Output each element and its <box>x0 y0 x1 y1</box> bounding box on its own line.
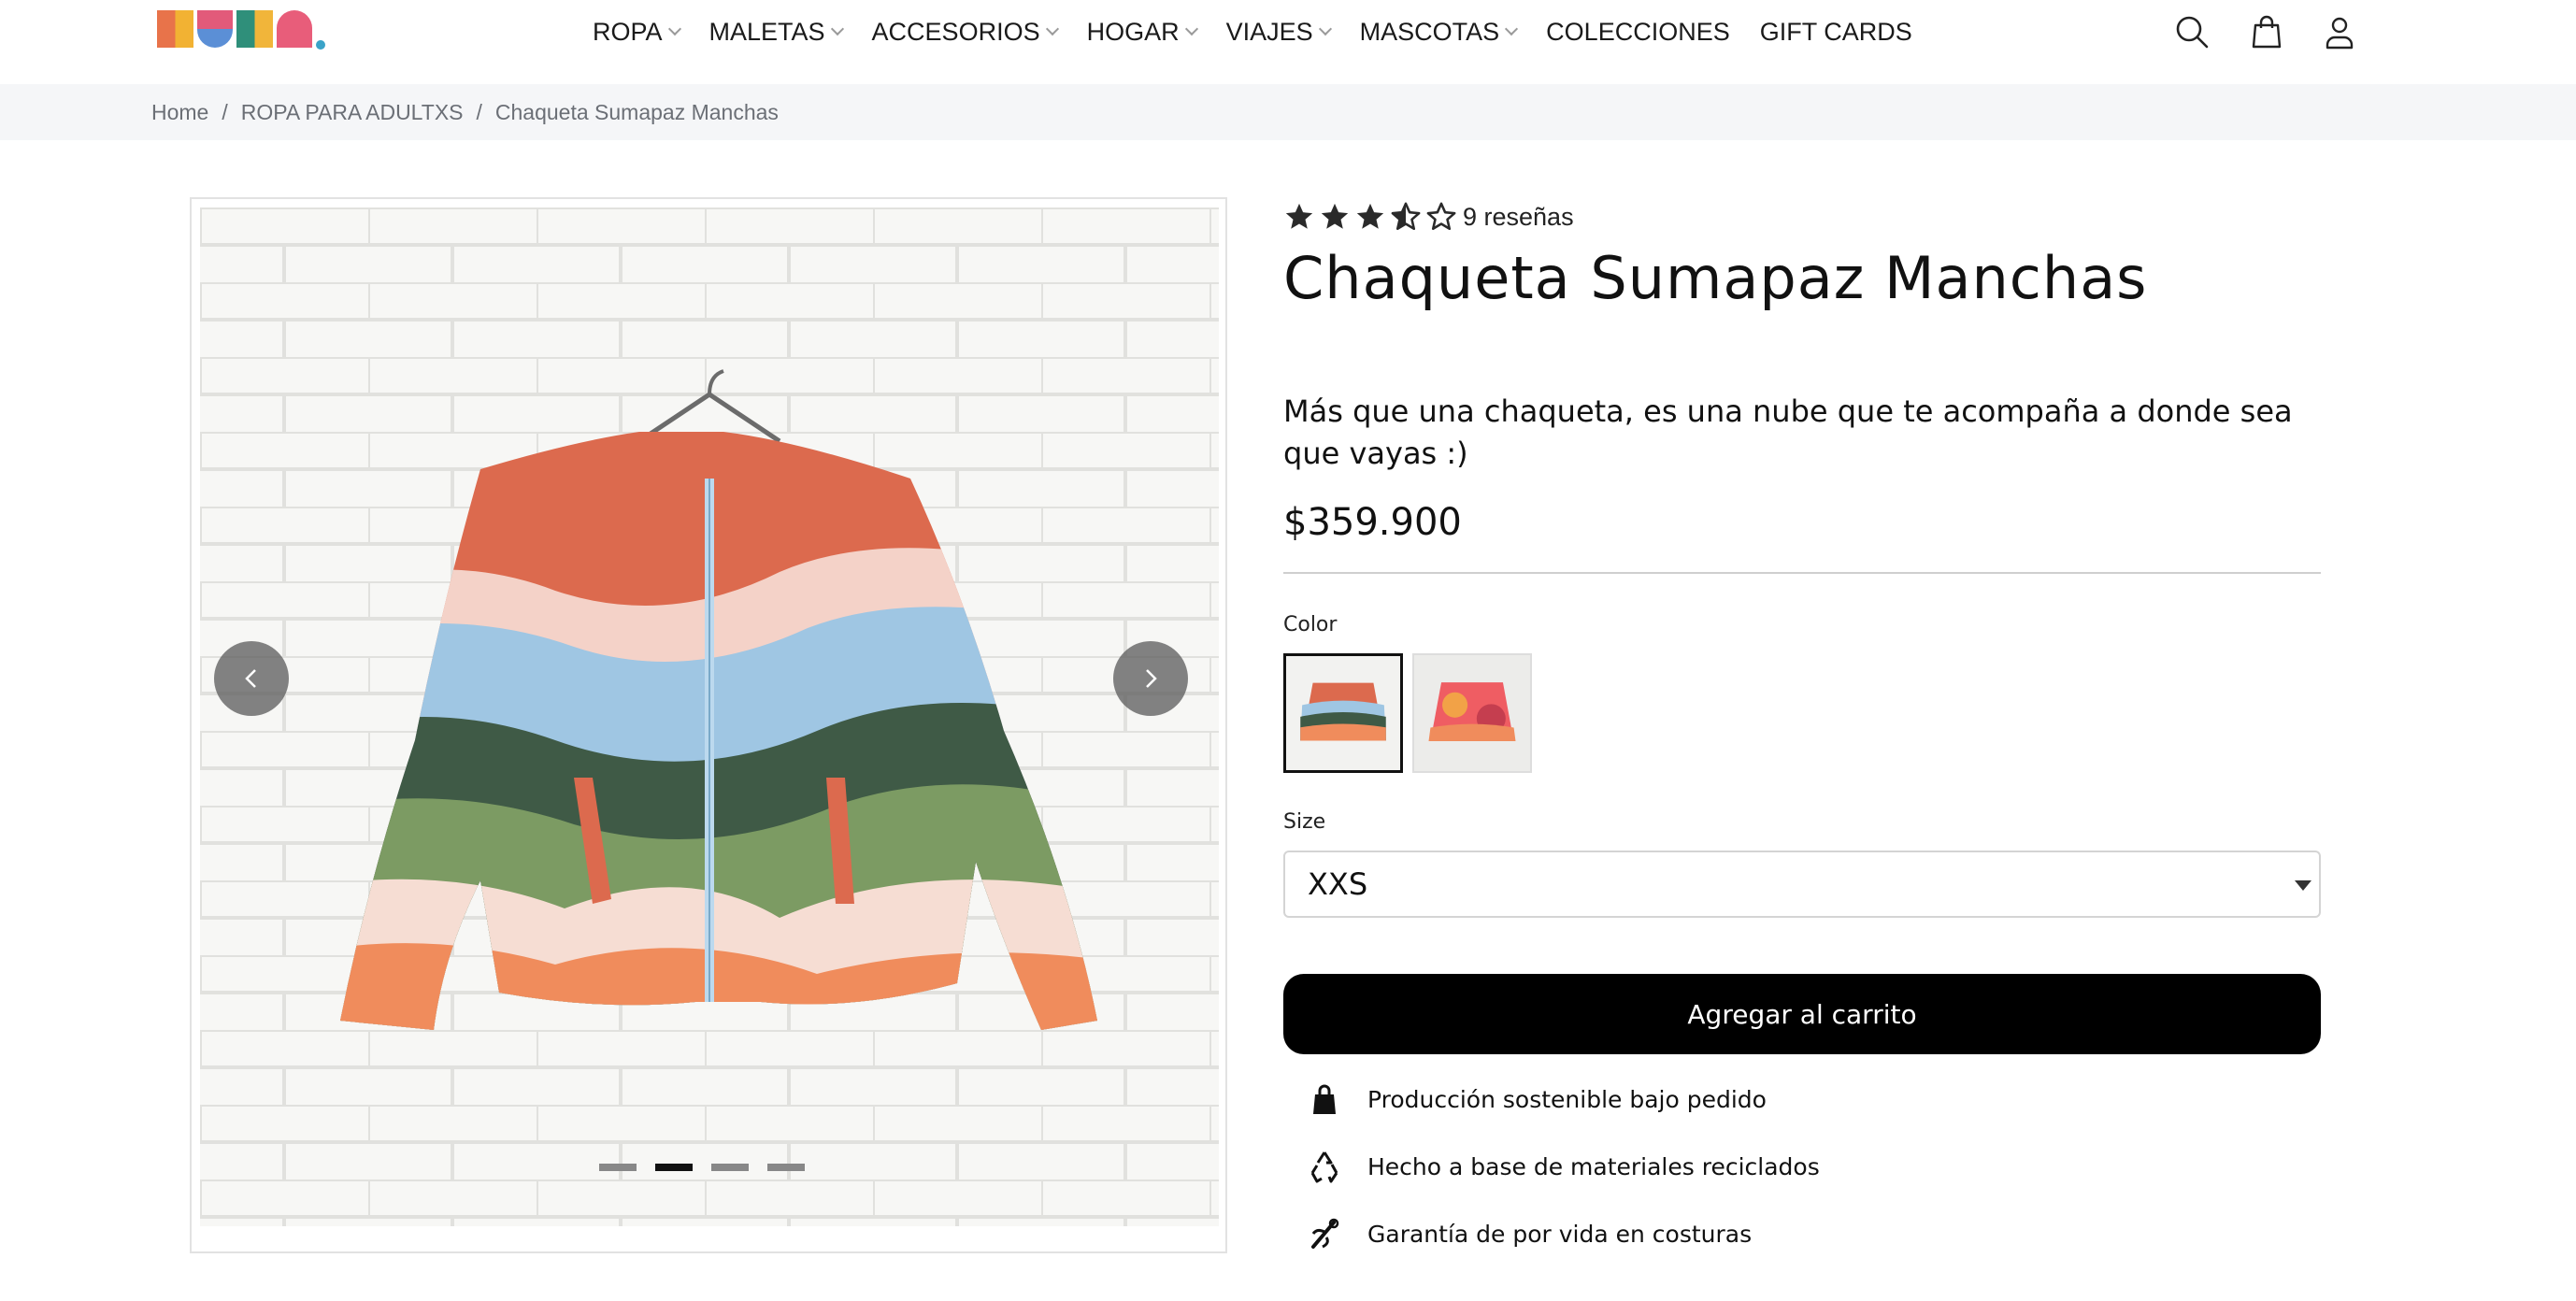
account-icon[interactable] <box>2321 13 2358 50</box>
breadcrumb-home[interactable]: Home <box>151 100 208 125</box>
chevron-left-icon <box>245 669 256 688</box>
gallery-dot-2[interactable] <box>655 1164 693 1171</box>
site-header: ROPA MALETAS ACCESORIOS HOGAR VIAJES MAS… <box>0 0 2576 84</box>
product-rating[interactable]: 9 reseñas <box>1283 197 2321 236</box>
breadcrumb: Home / ROPA PARA ADULTXS / Chaqueta Suma… <box>0 84 2576 140</box>
gallery-prev-button[interactable] <box>214 641 289 716</box>
nav-item-maletas[interactable]: MALETAS <box>708 17 844 47</box>
logo-letter-r <box>157 10 193 48</box>
product-features: Producción sostenible bajo pedido Hecho … <box>1283 1065 2321 1267</box>
feature-text: Garantía de por vida en costuras <box>1367 1220 1753 1248</box>
gallery-dot-3[interactable] <box>711 1164 749 1171</box>
breadcrumb-current: Chaqueta Sumapaz Manchas <box>494 99 779 124</box>
color-swatches <box>1283 653 2321 773</box>
nav-item-hogar[interactable]: HOGAR <box>1086 17 1198 47</box>
nav-label: ACCESORIOS <box>871 17 1040 46</box>
nav-label: ROPA <box>593 17 663 46</box>
search-icon[interactable] <box>2173 13 2211 50</box>
star-full-icon <box>1285 203 1313 229</box>
nav-item-mascotas[interactable]: MASCOTAS <box>1359 17 1519 47</box>
product-info: 9 reseñas Chaqueta Sumapaz Manchas Más q… <box>1283 197 2321 1267</box>
shopping-bag-icon[interactable] <box>2248 13 2285 50</box>
nav-label: VIAJES <box>1225 17 1313 46</box>
gallery-pagination <box>599 1164 805 1171</box>
chevron-down-icon <box>1505 21 1519 36</box>
breadcrumb-separator: / <box>222 99 228 124</box>
product-price: $359.900 <box>1283 501 1462 544</box>
logo-letter-p <box>236 10 273 48</box>
nav-label: COLECCIONES <box>1546 17 1730 46</box>
reviews-count[interactable]: 9 reseñas <box>1463 203 1574 232</box>
recycle-icon <box>1310 1151 1338 1183</box>
feature-item: Hecho a base de materiales reciclados <box>1283 1133 2321 1200</box>
nav-item-colecciones[interactable]: COLECCIONES <box>1546 18 1730 47</box>
chevron-down-icon <box>1318 21 1332 36</box>
size-selected-value: XXS <box>1308 866 1368 902</box>
gallery-dot-1[interactable] <box>599 1164 637 1171</box>
add-to-cart-button[interactable]: Agregar al carrito <box>1283 974 2321 1054</box>
product-title: Chaqueta Sumapaz Manchas <box>1283 244 2148 312</box>
chevron-down-icon <box>1045 21 1059 36</box>
nav-item-viajes[interactable]: VIAJES <box>1225 17 1332 47</box>
feature-item: Producción sostenible bajo pedido <box>1283 1065 2321 1133</box>
color-swatch-multicolor[interactable] <box>1283 653 1403 773</box>
feature-text: Producción sostenible bajo pedido <box>1367 1085 1767 1113</box>
nav-label: HOGAR <box>1086 17 1180 46</box>
nav-item-ropa[interactable]: ROPA <box>593 17 681 47</box>
product-gallery <box>190 197 1227 1253</box>
caret-down-icon <box>2295 880 2311 891</box>
star-empty-icon <box>1426 202 1456 231</box>
color-label: Color <box>1283 613 1338 636</box>
nav-item-accesorios[interactable]: ACCESORIOS <box>871 17 1059 47</box>
nav-label: GIFT CARDS <box>1759 17 1912 46</box>
color-swatch-pink[interactable] <box>1412 653 1532 773</box>
gallery-next-button[interactable] <box>1113 641 1188 716</box>
size-select[interactable]: XXS <box>1283 851 2321 918</box>
logo-letter-u <box>196 10 234 48</box>
breadcrumb-separator: / <box>476 99 482 124</box>
logo-letter-a <box>276 10 313 48</box>
star-full-icon <box>1356 203 1384 229</box>
nav-label: MALETAS <box>708 17 825 46</box>
shopping-bag-icon <box>1313 1084 1336 1114</box>
star-half-icon <box>1391 202 1421 231</box>
nav-item-gift-cards[interactable]: GIFT CARDS <box>1760 18 1912 47</box>
breadcrumb-category[interactable]: ROPA PARA ADULTXS <box>241 100 464 125</box>
chevron-down-icon <box>667 21 681 36</box>
chevron-down-icon <box>830 21 844 36</box>
brand-logo[interactable] <box>157 10 326 50</box>
feature-text: Hecho a base de materiales reciclados <box>1367 1152 1820 1180</box>
product-image[interactable] <box>200 207 1219 1226</box>
nav-label: MASCOTAS <box>1359 17 1500 46</box>
divider <box>1283 572 2321 574</box>
logo-dot <box>316 40 326 50</box>
product-description: Más que una chaqueta, es una nube que te… <box>1283 393 2293 471</box>
main-nav: ROPA MALETAS ACCESORIOS HOGAR VIAJES MAS… <box>593 0 1942 64</box>
size-label: Size <box>1283 810 1326 834</box>
needle-icon <box>1311 1218 1339 1249</box>
feature-item: Garantía de por vida en costuras <box>1283 1200 2321 1267</box>
chevron-right-icon <box>1146 669 1157 688</box>
gallery-dot-4[interactable] <box>767 1164 805 1171</box>
chevron-down-icon <box>1184 21 1198 36</box>
star-full-icon <box>1321 203 1349 229</box>
